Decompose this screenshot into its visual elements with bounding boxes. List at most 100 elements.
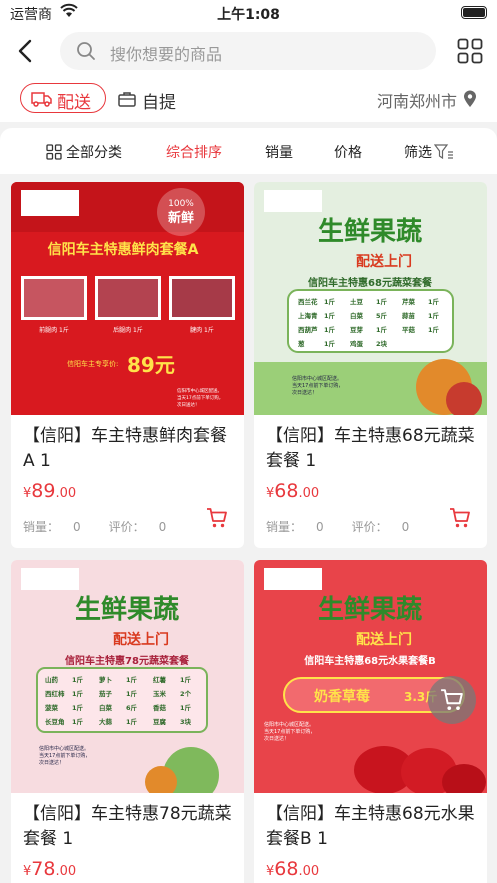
vegetable-list-cell: 1斤 xyxy=(72,689,84,698)
vegetable-list-cell: 长豆角 xyxy=(45,717,65,726)
product-price: ¥68.00 xyxy=(266,858,320,880)
floating-cart-button[interactable] xyxy=(428,676,476,724)
sort-sales-tab[interactable]: 销量 xyxy=(265,142,293,162)
pickup-label: 自提 xyxy=(142,93,176,113)
vegetable-list-cell: 鸡蛋 xyxy=(349,339,364,348)
banner-subtitle: 配送上门 xyxy=(113,631,169,648)
vegetable-list-cell: 1斤 xyxy=(126,675,138,684)
vegetable-list-cell: 1斤 xyxy=(324,339,336,348)
sort-price-tab[interactable]: 价格 xyxy=(334,142,362,162)
vegetable-list-cell: 2个 xyxy=(180,689,192,698)
promo-note: 信阳市中心城区配送。 xyxy=(177,387,222,394)
promo-note: 当天17点前下单订购， xyxy=(264,728,315,735)
search-placeholder: 搜你想要的商品 xyxy=(110,45,223,64)
sort-default-tab[interactable]: 综合排序 xyxy=(166,142,222,162)
vegetable-list-cell: 葱 xyxy=(298,339,305,348)
city-selector[interactable]: 河南郑州市 xyxy=(377,88,477,112)
promo-note: 当天17点前下单订购， xyxy=(39,752,90,759)
vegetable-list-cell: 6斤 xyxy=(126,703,138,712)
vegetable-list-cell: 1斤 xyxy=(126,689,138,698)
product-stats: 销量： 0 评价： 0 xyxy=(23,520,167,534)
grid-view-icon[interactable] xyxy=(457,38,483,64)
vegetable-list-cell: 土豆 xyxy=(350,297,364,306)
product-price: ¥78.00 xyxy=(23,858,77,880)
vegetable-list-cell: 红薯 xyxy=(153,675,167,684)
vegetable-list-cell: 白菜 xyxy=(350,311,364,320)
promo-price: 89元 xyxy=(127,353,175,377)
category-grid-icon xyxy=(46,144,62,160)
product-title[interactable]: 【信阳】车主特惠鲜肉套餐A 1 xyxy=(23,424,235,474)
vegetable-list-cell: 白菜 xyxy=(99,703,113,712)
vegetable-list-cell: 3块 xyxy=(180,717,192,726)
vegetable-list-cell: 豆腐 xyxy=(153,717,167,726)
product-title[interactable]: 【信阳】车主特惠68元水果套餐B 1 xyxy=(266,802,478,852)
product-image[interactable]: 生鲜果蔬 配送上门 信阳车主特惠68元蔬菜套餐 西兰花 1斤 土豆 1斤 芹菜 1斤 上海青… xyxy=(254,182,487,415)
meat-item-label: 后腿肉 1斤 xyxy=(113,326,143,334)
product-title[interactable]: 【信阳】车主特惠78元蔬菜套餐 1 xyxy=(23,802,235,852)
back-arrow-icon[interactable] xyxy=(12,36,40,66)
banner-title: 生鲜果蔬 xyxy=(318,217,422,247)
city-label: 河南郑州市 xyxy=(376,92,457,111)
status-bar: 运营商 上午1:08 xyxy=(0,0,497,26)
vegetable-list-cell: 1斤 xyxy=(324,325,336,334)
vegetable-list-cell: 1斤 xyxy=(324,311,336,320)
banner-subtitle: 配送上门 xyxy=(356,631,412,648)
vegetable-list-cell: 豆芽 xyxy=(350,325,364,334)
product-price: ¥68.00 xyxy=(266,480,320,502)
filter-funnel-icon xyxy=(433,144,453,160)
vegetable-list-cell: 2块 xyxy=(376,339,388,348)
vegetable-list-cell: 平菇 xyxy=(402,325,416,334)
meat-item-label: 前腿肉 1斤 xyxy=(39,326,69,334)
vegetable-list-cell: 山药 xyxy=(45,675,59,684)
truck-icon xyxy=(31,91,53,112)
banner-subtitle: 配送上门 xyxy=(356,253,412,270)
top-bar: 搜你想要的商品 xyxy=(0,26,497,76)
promo-note: 当天17点前下单订购， xyxy=(292,382,343,389)
product-image[interactable]: 生鲜果蔬 配送上门 信阳车主特惠78元蔬菜套餐 山药 1斤 萝卜 1斤 红薯 1斤 西红柿 1… xyxy=(11,560,244,793)
vegetable-list-cell: 1斤 xyxy=(324,297,336,306)
promo-note: 信阳市中心城区配送。 xyxy=(39,745,89,752)
promo-note: 次日送达！ xyxy=(292,389,317,396)
product-stats: 销量： 0 评价： 0 xyxy=(266,520,410,534)
promo-price-label: 信阳车主专享价: xyxy=(67,359,118,368)
image-headline: 信阳车主特惠78元蔬菜套餐 xyxy=(65,654,190,667)
vegetable-list-cell: 1斤 xyxy=(428,311,440,320)
vegetable-list-cell: 1斤 xyxy=(180,703,192,712)
delivery-label: 配送 xyxy=(57,93,91,113)
product-card[interactable]: 100% 新鲜 信阳车主特惠鲜肉套餐A 前腿肉 1斤 后腿肉 1斤 腱肉 1斤 … xyxy=(11,182,244,548)
delivery-tab[interactable]: 配送 xyxy=(20,83,106,113)
product-card[interactable]: 生鲜果蔬 配送上门 信阳车主特惠78元蔬菜套餐 山药 1斤 萝卜 1斤 红薯 1斤 西红柿 1… xyxy=(11,560,244,883)
vegetable-list-cell: 玉米 xyxy=(153,689,167,698)
promo-note: 信阳市中心城区配送。 xyxy=(264,721,314,728)
search-input[interactable]: 搜你想要的商品 xyxy=(60,32,436,70)
battery-icon xyxy=(461,6,487,19)
product-card[interactable]: 生鲜果蔬 配送上门 信阳车主特惠68元蔬菜套餐 西兰花 1斤 土豆 1斤 芹菜 1斤 上海青… xyxy=(254,182,487,548)
banner-title: 生鲜果蔬 xyxy=(75,595,179,625)
fresh-badge-text: 100% xyxy=(168,199,194,209)
bag-icon xyxy=(118,91,136,112)
filter-button[interactable]: 筛选 xyxy=(404,142,454,162)
fresh-badge-text: 新鲜 xyxy=(168,210,194,226)
promo-note: 次日送达！ xyxy=(177,401,200,408)
add-to-cart-icon[interactable] xyxy=(206,507,228,533)
vegetable-list-cell: 1斤 xyxy=(428,325,440,334)
location-pin-icon xyxy=(463,90,477,112)
delivery-mode-bar: 配送 自提 河南郑州市 xyxy=(0,76,497,122)
product-image[interactable]: 100% 新鲜 信阳车主特惠鲜肉套餐A 前腿肉 1斤 后腿肉 1斤 腱肉 1斤 … xyxy=(11,182,244,415)
vegetable-list-cell: 西红柿 xyxy=(45,689,65,698)
vegetable-list-cell: 1斤 xyxy=(376,325,388,334)
filter-label: 筛选 xyxy=(404,145,432,161)
vegetable-list-cell: 西葫芦 xyxy=(298,325,318,334)
vegetable-list-cell: 1斤 xyxy=(72,675,84,684)
all-categories-label: 全部分类 xyxy=(66,145,122,161)
image-headline: 信阳车主特惠68元水果套餐B xyxy=(304,654,436,667)
add-to-cart-icon[interactable] xyxy=(449,507,471,533)
product-title[interactable]: 【信阳】车主特惠68元蔬菜套餐 1 xyxy=(266,424,478,474)
vegetable-list-cell: 萝卜 xyxy=(99,675,113,684)
vegetable-list-cell: 1斤 xyxy=(376,297,388,306)
image-headline: 信阳车主特惠68元蔬菜套餐 xyxy=(308,276,433,289)
all-categories-button[interactable]: 全部分类 xyxy=(46,142,122,162)
vegetable-list-cell: 蒜苗 xyxy=(402,311,416,320)
promo-note: 信阳市中心城区配送。 xyxy=(292,375,342,382)
cart-icon xyxy=(441,689,463,711)
